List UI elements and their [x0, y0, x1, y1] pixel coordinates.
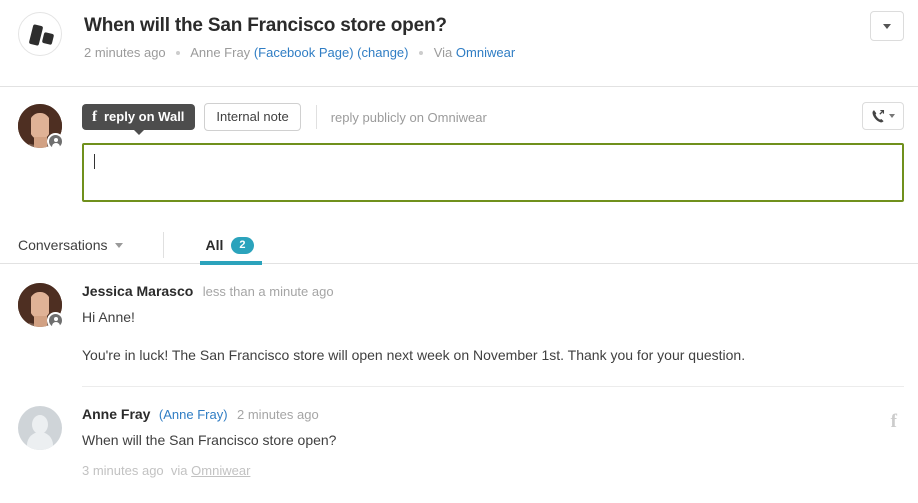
conversation-filter-bar: Conversations All 2: [0, 227, 918, 265]
facebook-f-icon: f: [92, 108, 97, 125]
person-badge-body: [51, 143, 60, 148]
message-author: Jessica Marasco: [82, 283, 194, 299]
conversation-detail-page: When will the San Francisco store open? …: [0, 0, 918, 503]
chevron-down-icon: [883, 23, 891, 29]
message-header: Anne Fray (Anne Fray) 2 minutes ago: [82, 406, 904, 423]
person-badge-head: [53, 138, 58, 142]
reply-visibility-hint: reply publicly on Omniwear: [330, 109, 487, 125]
chevron-down-icon: [114, 242, 123, 248]
tab-internal-note[interactable]: Internal note: [204, 103, 301, 131]
reply-textarea[interactable]: [82, 143, 904, 202]
filterbar-divider: [162, 232, 164, 258]
avatar-hair-left: [18, 289, 31, 327]
reply-composer: f reply on Wall Internal note reply publ…: [0, 87, 918, 202]
conversations-dropdown-label: Conversations: [18, 237, 108, 253]
message-author-alias-link[interactable]: (Anne Fray): [159, 407, 228, 422]
tab-reply-on-wall[interactable]: f reply on Wall: [82, 104, 196, 135]
reply-mode-tabs: f reply on Wall Internal note reply publ…: [82, 102, 904, 135]
message-footer: 3 minutes ago via Omniwear: [82, 463, 904, 478]
message-avatar-wrap: [18, 406, 64, 450]
header-meta: 2 minutes ago Anne Fray (Facebook Page) …: [84, 44, 515, 61]
person-badge-icon: [47, 133, 64, 150]
tab-all-label: All: [205, 237, 224, 253]
message-footer-via-label: via: [170, 463, 188, 478]
page-header: When will the San Francisco store open? …: [0, 0, 918, 87]
person-badge-body: [51, 322, 60, 327]
person-badge-head: [53, 317, 58, 321]
header-actions-dropdown-button[interactable]: [870, 11, 904, 41]
tab-all-count-badge: 2: [231, 236, 254, 254]
caret-down-icon: [889, 114, 895, 118]
message-avatar-wrap: [18, 283, 64, 329]
tab-reply-on-wall-label: reply on Wall: [104, 109, 185, 124]
page-title: When will the San Francisco store open?: [84, 15, 447, 36]
meta-dot-separator-2: [419, 50, 424, 55]
message-timestamp: 2 minutes ago: [237, 407, 319, 422]
header-meta-change-link[interactable]: (change): [357, 45, 408, 60]
avatar-placeholder-body: [27, 432, 53, 450]
header-meta-author: Anne Fray: [190, 45, 251, 60]
header-meta-time: 2 minutes ago: [84, 45, 166, 60]
omniwear-logo-icon: [18, 12, 62, 56]
message-footer-source-link[interactable]: Omniwear: [191, 463, 250, 478]
avatar-neck: [34, 316, 47, 327]
facebook-f-icon: f: [890, 411, 897, 432]
avatar-neck: [34, 137, 47, 148]
message-body: Jessica Marasco less than a minute ago H…: [82, 283, 904, 387]
header-meta-via-source[interactable]: Omniwear: [456, 45, 515, 60]
message-item: Jessica Marasco less than a minute ago H…: [0, 264, 918, 387]
text-cursor: [94, 154, 95, 169]
header-meta-channel-link[interactable]: (Facebook Page): [254, 45, 354, 60]
message-item: Anne Fray (Anne Fray) 2 minutes ago When…: [0, 387, 918, 478]
message-paragraph: Hi Anne!: [82, 309, 135, 325]
header-meta-via-label: Via: [433, 45, 453, 60]
avatar-hair-left: [18, 110, 31, 148]
message-paragraph: When will the San Francisco store open?: [82, 432, 337, 448]
message-timestamp: less than a minute ago: [202, 284, 334, 299]
tab-all[interactable]: All 2: [199, 227, 262, 265]
tab-internal-note-label: Internal note: [216, 109, 289, 124]
tab-divider: [315, 105, 317, 129]
logo-shape-small: [41, 31, 55, 46]
call-transfer-dropdown-button[interactable]: [862, 102, 904, 130]
message-paragraph: You're in luck! The San Francisco store …: [82, 347, 746, 363]
message-footer-time: 3 minutes ago: [82, 463, 164, 478]
phone-forward-icon: [872, 109, 885, 122]
message-header: Jessica Marasco less than a minute ago: [82, 283, 904, 300]
message-author: Anne Fray: [82, 406, 151, 422]
composer-avatar-wrap: [18, 104, 64, 150]
avatar: [18, 406, 62, 450]
message-body: Anne Fray (Anne Fray) 2 minutes ago When…: [82, 406, 904, 478]
person-badge-icon: [47, 312, 64, 329]
conversations-dropdown[interactable]: Conversations: [18, 237, 123, 253]
meta-dot-separator: [176, 50, 181, 55]
logo-shape-large: [28, 24, 44, 46]
composer-main: f reply on Wall Internal note reply publ…: [82, 102, 904, 202]
header-text-block: When will the San Francisco store open? …: [84, 11, 515, 61]
